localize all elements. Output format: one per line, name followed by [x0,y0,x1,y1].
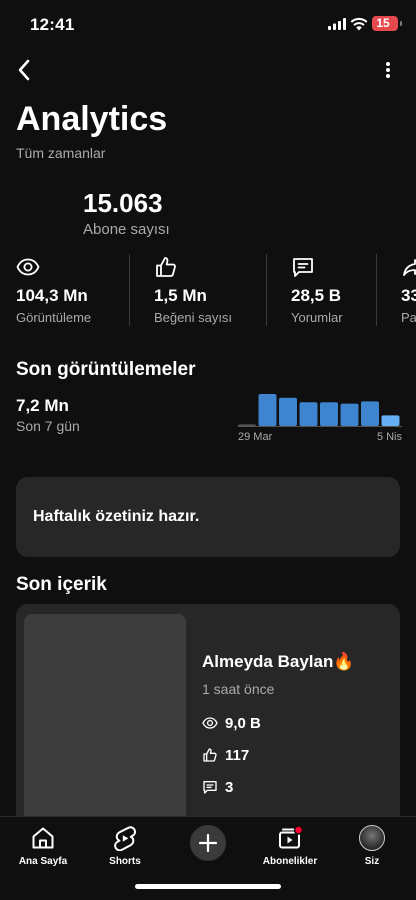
create-button[interactable] [190,825,226,861]
eye-icon [16,258,40,276]
recent-views-bar-chart[interactable]: 29 Mar 5 Nis [238,388,402,444]
home-icon [32,827,54,849]
back-button[interactable] [10,55,38,85]
subscriptions-icon [279,825,303,849]
status-time: 12:41 [30,15,75,34]
stat-label: Beğeni sayısı [154,310,233,325]
video-views: 9,0 B [225,714,261,732]
battery-level: 15 [376,16,390,30]
chart-bar [258,394,277,426]
nav-subscriptions-label: Abonelikler [262,856,318,867]
stat-value: 104,3 Mn [16,286,88,305]
video-views-row: 9,0 B [202,713,261,733]
page-subtitle: Tüm zamanlar [16,145,106,161]
plus-icon [198,833,218,853]
weekly-summary-text: Haftalık özetiniz hazır. [33,508,200,525]
nav-home-label: Ana Sayfa [18,856,68,867]
weekly-summary-card[interactable]: Haftalık özetiniz hazır. [16,477,400,557]
stats-row: 104,3 Mn Görüntüleme 1,5 Mn Beğeni sayıs… [0,252,416,328]
nav-shorts-label: Shorts [109,856,141,867]
more-options-button[interactable] [376,55,400,85]
chart-bar [340,403,359,426]
page-title: Analytics [16,100,168,138]
divider [376,254,377,326]
video-likes-row: 117 [202,745,249,765]
stat-label: Yorumlar [291,310,343,325]
chart-x-start-label: 29 Mar [238,431,273,443]
nav-subscriptions[interactable]: Abonelikler [254,825,326,867]
chevron-left-icon [18,59,30,81]
nav-home[interactable]: Ana Sayfa [7,825,79,867]
video-likes: 117 [225,746,250,764]
subscriber-label: Abone sayısı [83,221,170,238]
avatar [359,825,385,851]
chart-bar [238,424,256,426]
comment-icon [203,781,217,794]
recent-views-value: 7,2 Mn [16,396,69,415]
more-vertical-icon [386,62,390,78]
video-published-time: 1 saat önce [202,681,275,697]
chart-bar [299,402,318,426]
recent-content-card[interactable]: Almeyda Baylan🔥 1 saat önce 9,0 B 117 3 [16,604,400,834]
stat-value: 33 [401,286,416,305]
cellular-signal-icon [328,18,346,30]
share-icon [403,259,416,276]
stat-label: Görüntüleme [16,310,92,325]
home-indicator [135,884,281,889]
video-comments: 3 [225,778,234,796]
recent-views-title: Son görüntülemeler [16,359,196,380]
video-comments-row: 3 [202,777,233,797]
recent-content-title: Son içerik [16,574,107,595]
chart-bars [238,394,400,426]
stat-value: 1,5 Mn [154,286,207,305]
chart-bar [320,402,338,426]
video-thumbnail[interactable] [24,614,186,834]
nav-you[interactable]: Siz [336,825,408,867]
subscriber-count: 15.063 [83,188,163,218]
comment-icon [293,258,313,277]
stat-value: 28,5 B [291,286,342,305]
thumbs-up-icon [156,257,176,277]
status-bar: 12:41 15 [0,0,416,48]
chart-x-end-label: 5 Nis [377,431,402,443]
battery-icon: 15 [372,16,402,31]
chart-bar [279,397,297,426]
notification-dot [293,825,303,835]
shorts-icon [114,826,136,851]
video-title: Almeyda Baylan🔥 [202,652,355,671]
chart-bar [381,415,400,426]
eye-icon [202,717,218,729]
stat-label: Pa [401,310,416,325]
wifi-icon [350,17,368,31]
divider [266,254,267,326]
nav-you-label: Siz [364,856,380,867]
recent-views-period: Son 7 gün [16,418,80,434]
nav-shorts[interactable]: Shorts [89,825,161,867]
chart-bar [361,401,379,426]
divider [129,254,130,326]
thumbs-up-icon [203,748,217,762]
